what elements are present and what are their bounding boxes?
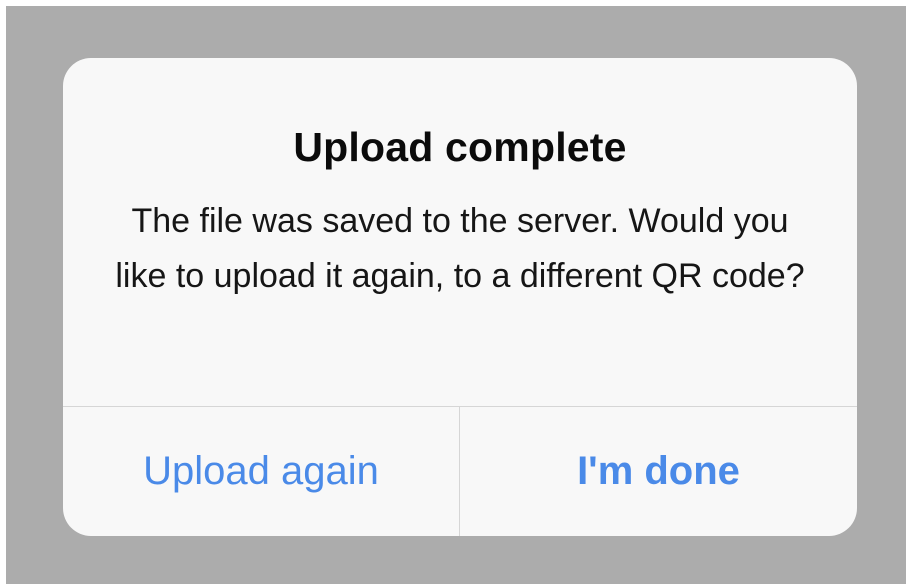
alert-title: Upload complete bbox=[293, 124, 627, 170]
alert-message: The file was saved to the server. Would … bbox=[115, 202, 805, 295]
alert-dialog: Upload complete The file was saved to th… bbox=[63, 58, 857, 536]
upload-again-button[interactable]: Upload again bbox=[63, 407, 459, 536]
done-button[interactable]: I'm done bbox=[460, 407, 857, 536]
alert-content: Upload complete The file was saved to th… bbox=[63, 58, 857, 406]
